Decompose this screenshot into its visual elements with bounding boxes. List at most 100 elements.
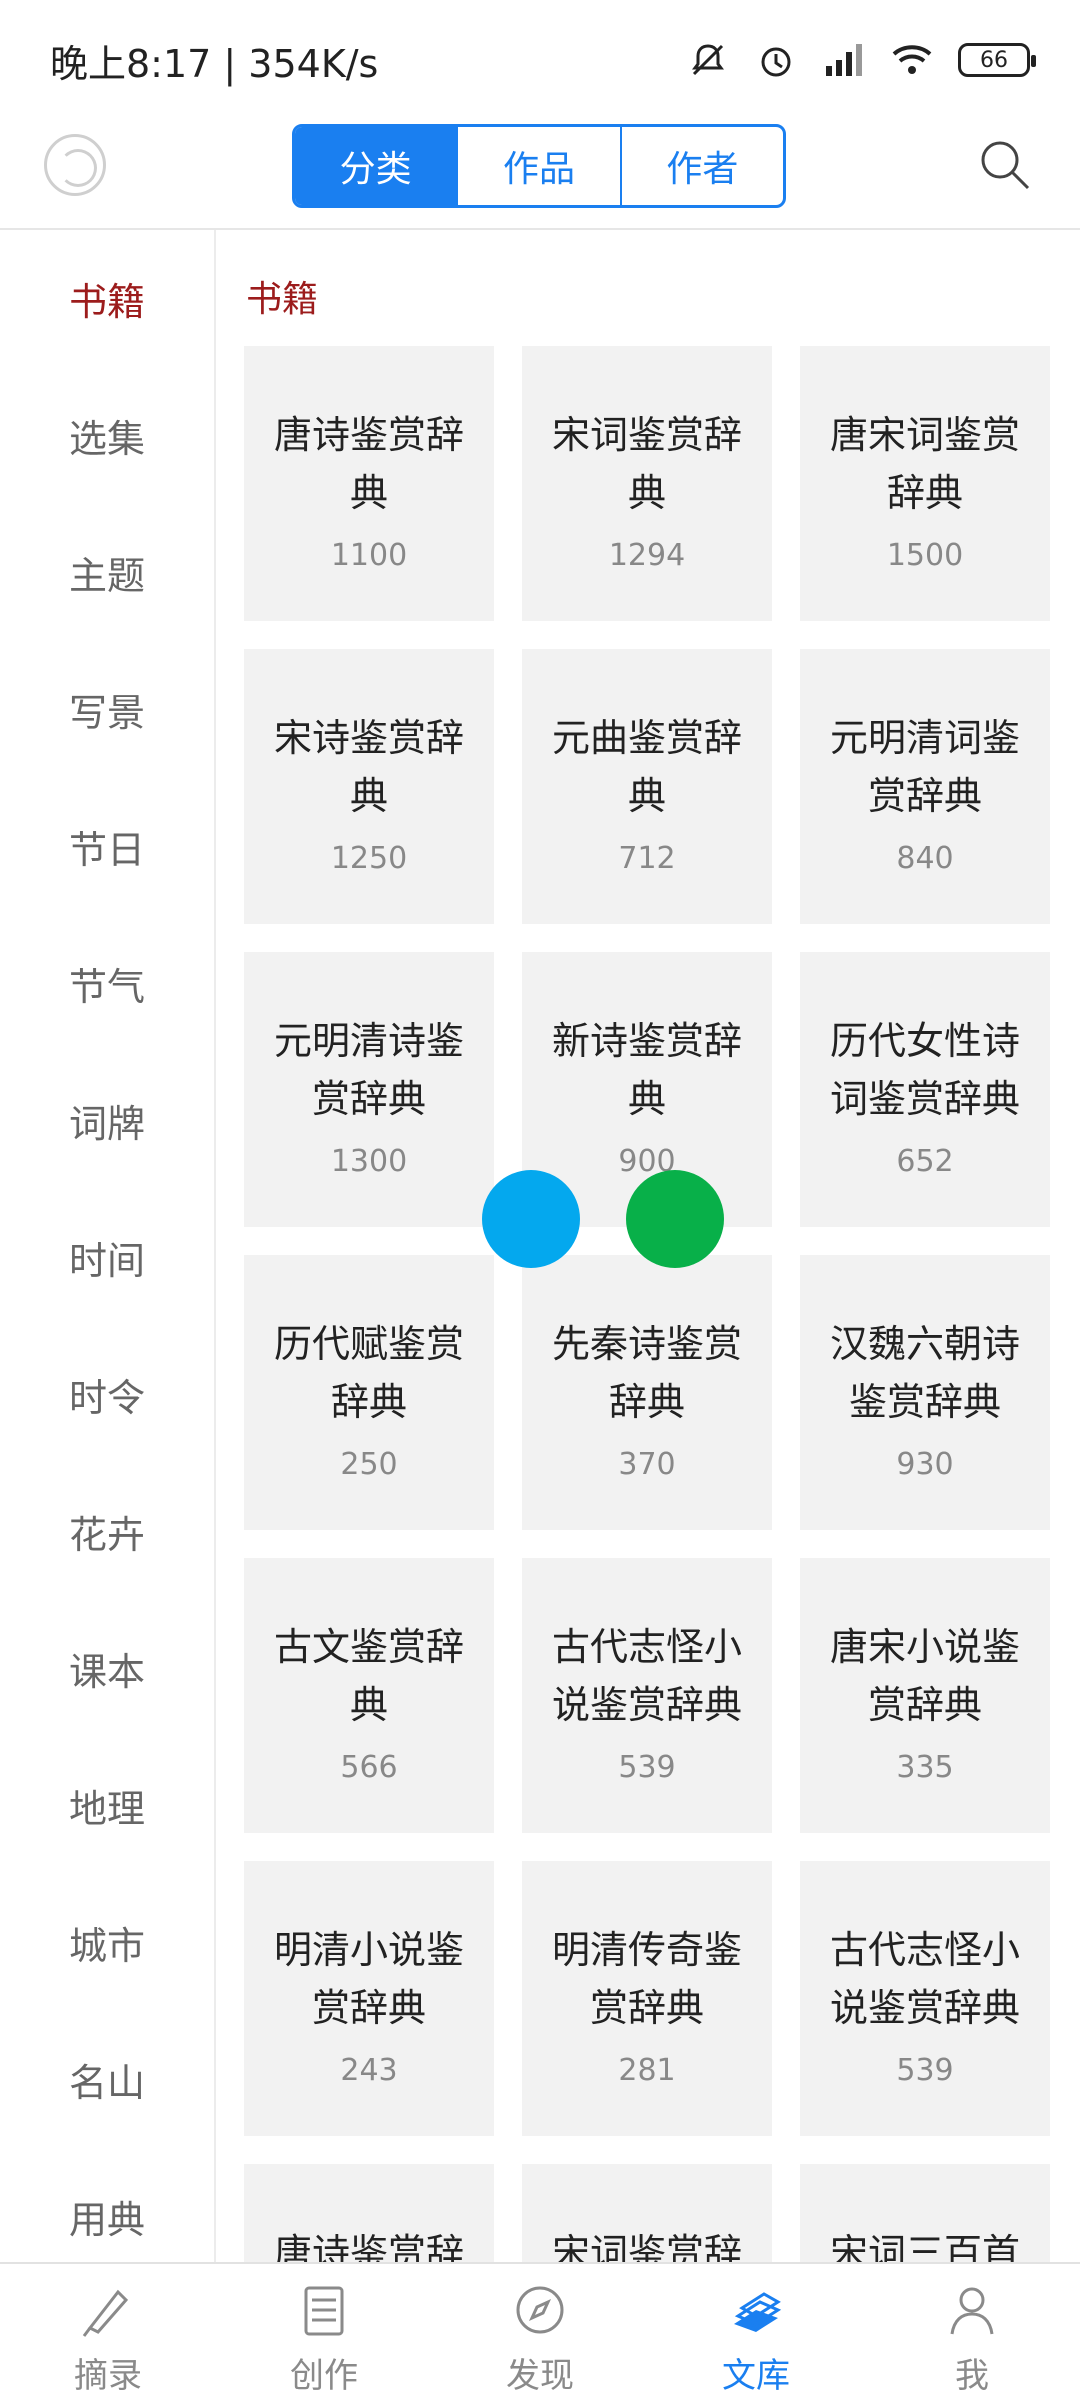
floating-blue-dot[interactable]: [482, 1170, 580, 1268]
book-count: 370: [618, 1447, 676, 1482]
nav-label: 发现: [506, 2356, 574, 2396]
book-card[interactable]: 历代女性诗词鉴赏辞典 652: [800, 952, 1050, 1227]
book-title: 历代赋鉴赏辞典: [273, 1322, 464, 1424]
book-title: 元曲鉴赏辞典: [551, 716, 742, 818]
book-card[interactable]: 元明清词鉴赏辞典 840: [800, 649, 1050, 924]
book-title: 唐宋词鉴赏辞典: [829, 413, 1020, 515]
book-card[interactable]: 古代志怪小说鉴赏辞典 539: [800, 1861, 1050, 2136]
book-card[interactable]: 历代赋鉴赏辞典 250: [244, 1255, 494, 1530]
battery-indicator: 66: [958, 43, 1036, 77]
book-card[interactable]: 宋词鉴赏辞典 1294: [522, 346, 772, 621]
category-sidebar: 书籍 选集 主题 写景 节日 节气 词牌 时间 时令 花卉 课本 地理 城市 名…: [0, 230, 216, 2262]
book-card[interactable]: 古文鉴赏辞典 566: [244, 1558, 494, 1833]
book-title: 汉魏六朝诗鉴赏辞典: [829, 1322, 1020, 1424]
sidebar-item-theme[interactable]: 主题: [0, 504, 214, 641]
sidebar-item-time[interactable]: 时间: [0, 1189, 214, 1326]
book-title: 先秦诗鉴赏辞典: [551, 1322, 742, 1424]
book-title: 唐宋小说鉴赏辞典: [829, 1625, 1020, 1727]
book-count: 539: [896, 2053, 954, 2088]
tab-works[interactable]: 作品: [458, 127, 622, 205]
book-title: 古文鉴赏辞典: [273, 1625, 464, 1727]
sidebar-item-solar-term[interactable]: 节气: [0, 915, 214, 1052]
book-count: 712: [618, 841, 676, 876]
book-card[interactable]: 唐诗鉴赏辞: [244, 2164, 494, 2262]
wifi-icon: [890, 38, 934, 82]
bottom-navigation: 摘录 创作 发现 文库 我: [0, 2262, 1080, 2400]
book-count: 1294: [608, 538, 686, 573]
search-icon[interactable]: [976, 136, 1034, 194]
tab-authors[interactable]: 作者: [622, 127, 783, 205]
signal-icon: [822, 38, 866, 82]
book-title: 明清传奇鉴赏辞典: [551, 1928, 742, 2030]
nav-label: 摘录: [74, 2356, 142, 2396]
book-title: 宋词三百首: [829, 2231, 1020, 2262]
nav-discover[interactable]: 发现: [432, 2264, 648, 2400]
user-icon: [942, 2280, 1002, 2340]
book-card[interactable]: 元明清诗鉴赏辞典 1300: [244, 952, 494, 1227]
quill-pen-icon: [78, 2280, 138, 2340]
book-count: 250: [340, 1447, 398, 1482]
book-count: 652: [896, 1144, 954, 1179]
book-card[interactable]: 宋诗鉴赏辞典 1250: [244, 649, 494, 924]
book-card[interactable]: 宋词三百首: [800, 2164, 1050, 2262]
sidebar-item-geography[interactable]: 地理: [0, 1737, 214, 1874]
book-card[interactable]: 元曲鉴赏辞典 712: [522, 649, 772, 924]
book-count: 1100: [330, 538, 408, 573]
status-time: 晚上8:17 | 354K/s: [50, 41, 379, 86]
book-count: 335: [896, 1750, 954, 1785]
document-icon: [294, 2280, 354, 2340]
book-card[interactable]: 明清小说鉴赏辞典 243: [244, 1861, 494, 2136]
nav-excerpt[interactable]: 摘录: [0, 2264, 216, 2400]
compass-icon: [510, 2280, 570, 2340]
sidebar-item-flowers[interactable]: 花卉: [0, 1463, 214, 1600]
sidebar-item-city[interactable]: 城市: [0, 1874, 214, 2011]
book-title: 古代志怪小说鉴赏辞典: [551, 1625, 742, 1727]
book-card[interactable]: 唐诗鉴赏辞典 1100: [244, 346, 494, 621]
book-count: 539: [618, 1750, 676, 1785]
floating-green-dot[interactable]: [626, 1170, 724, 1268]
nav-library[interactable]: 文库: [648, 2264, 864, 2400]
book-card[interactable]: 唐宋词鉴赏辞典 1500: [800, 346, 1050, 621]
book-card[interactable]: 古代志怪小说鉴赏辞典 539: [522, 1558, 772, 1833]
sidebar-item-cipai[interactable]: 词牌: [0, 1052, 214, 1189]
status-icons: 66: [686, 38, 1036, 82]
sidebar-item-anthology[interactable]: 选集: [0, 367, 214, 504]
book-title: 宋词鉴赏辞: [551, 2231, 742, 2262]
nav-label: 创作: [290, 2356, 358, 2396]
book-count: 243: [340, 2053, 398, 2088]
tab-classification[interactable]: 分类: [295, 127, 459, 205]
book-card[interactable]: 唐宋小说鉴赏辞典 335: [800, 1558, 1050, 1833]
book-count: 566: [340, 1750, 398, 1785]
book-count: 1300: [330, 1144, 408, 1179]
book-card[interactable]: 先秦诗鉴赏辞典 370: [522, 1255, 772, 1530]
book-count: 1500: [886, 538, 964, 573]
book-title: 元明清词鉴赏辞典: [829, 716, 1020, 818]
alarm-icon: [754, 38, 798, 82]
book-count: 930: [896, 1447, 954, 1482]
book-count: 840: [896, 841, 954, 876]
book-grid: 唐诗鉴赏辞典 1100 宋词鉴赏辞典 1294 唐宋词鉴赏辞典 1500 宋诗鉴赏辞典…: [244, 346, 1072, 2262]
top-bar: 分类 作品 作者: [0, 120, 1080, 230]
status-bar: 晚上8:17 | 354K/s 66: [0, 0, 1080, 120]
book-title: 唐诗鉴赏辞典: [273, 413, 464, 515]
book-card[interactable]: 明清传奇鉴赏辞典 281: [522, 1861, 772, 2136]
nav-label: 我: [955, 2356, 989, 2396]
sidebar-item-scenery[interactable]: 写景: [0, 641, 214, 778]
book-title: 唐诗鉴赏辞: [273, 2231, 464, 2262]
books-icon: [726, 2280, 786, 2340]
nav-me[interactable]: 我: [864, 2264, 1080, 2400]
sidebar-item-textbook[interactable]: 课本: [0, 1600, 214, 1737]
category-segmented-control: 分类 作品 作者: [292, 124, 786, 208]
nav-create[interactable]: 创作: [216, 2264, 432, 2400]
mute-icon: [686, 38, 730, 82]
sidebar-item-books[interactable]: 书籍: [0, 230, 214, 367]
sidebar-item-season[interactable]: 时令: [0, 1326, 214, 1463]
sidebar-item-festival[interactable]: 节日: [0, 778, 214, 915]
book-count: 281: [618, 2053, 676, 2088]
book-card[interactable]: 汉魏六朝诗鉴赏辞典 930: [800, 1255, 1050, 1530]
sidebar-item-mountain[interactable]: 名山: [0, 2011, 214, 2148]
section-title: 书籍: [246, 279, 319, 320]
book-title: 宋词鉴赏辞典: [551, 413, 742, 515]
book-card[interactable]: 宋词鉴赏辞: [522, 2164, 772, 2262]
book-title: 新诗鉴赏辞典: [551, 1019, 742, 1121]
